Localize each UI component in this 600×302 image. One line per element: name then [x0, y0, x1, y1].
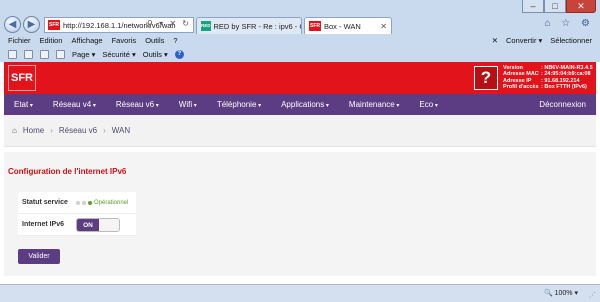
- ipv6-row: Internet IPv6 ON: [18, 214, 136, 236]
- menu-affichage[interactable]: Affichage: [71, 36, 102, 45]
- nav-wifi[interactable]: Wifi: [169, 100, 207, 109]
- breadcrumb-reseau-v6[interactable]: Réseau v6: [59, 126, 97, 135]
- menu-help[interactable]: ?: [173, 36, 177, 45]
- forward-arrow-icon[interactable]: ▶: [23, 16, 40, 33]
- help-icon[interactable]: ?: [174, 49, 184, 59]
- tab-red-by-sfr[interactable]: RED RED by SFR - Re : ipv6 - Com...: [196, 17, 302, 34]
- status-label: Statut service: [22, 199, 68, 206]
- menu-outils[interactable]: Outils: [145, 36, 164, 45]
- info-key: Profil d'accès: [503, 84, 539, 91]
- nav-maintenance[interactable]: Maintenance: [339, 100, 410, 109]
- nav-telephonie[interactable]: Téléphonie: [207, 100, 271, 109]
- tab-label: RED by SFR - Re : ipv6 - Com...: [213, 21, 301, 31]
- breadcrumb-separator: ›: [50, 126, 53, 135]
- nav-etat[interactable]: Etat: [4, 100, 43, 109]
- menu-favoris[interactable]: Favoris: [112, 36, 137, 45]
- minimize-button[interactable]: –: [522, 0, 544, 13]
- address-actions-icons[interactable]: ⚲ ▾ ✕ ↻: [147, 19, 191, 28]
- maximize-button[interactable]: □: [544, 0, 566, 13]
- command-bar: Page ▾ Sécurité ▾ Outils ▾ ?: [0, 47, 600, 61]
- nav-applications[interactable]: Applications: [271, 100, 339, 109]
- menu-edition[interactable]: Edition: [40, 36, 63, 45]
- security-menu[interactable]: Sécurité ▾: [102, 50, 135, 59]
- menu-fichier[interactable]: Fichier: [8, 36, 31, 45]
- sfr-favicon: SFR: [48, 20, 60, 30]
- status-value: Opérationnel: [94, 199, 129, 206]
- status-bar: 🔍 100% ▾ ⋰: [0, 284, 600, 302]
- breadcrumb: ⌂ Home › Réseau v6 › WAN: [4, 115, 596, 147]
- close-tab-icon[interactable]: ✕: [380, 22, 387, 31]
- help-question-icon[interactable]: ?: [474, 66, 498, 90]
- web-page: SFR ? Version: NB6V-MAIN-R3.4.5 Adresse …: [4, 62, 596, 284]
- read-mail-icon[interactable]: [40, 49, 49, 59]
- status-dot-off: [76, 200, 80, 205]
- selectionner-button[interactable]: Sélectionner: [550, 36, 592, 45]
- tab-box-wan[interactable]: SFR Box - WAN ✕: [304, 17, 392, 34]
- breadcrumb-separator: ›: [103, 126, 106, 135]
- toggle-off[interactable]: [99, 218, 119, 231]
- back-arrow-icon[interactable]: ◀: [4, 16, 21, 33]
- info-value: : Box FTTH (IPv6): [541, 84, 587, 91]
- status-dot-off: [82, 200, 86, 205]
- config-title: Configuration de l'internet IPv6: [8, 167, 127, 176]
- red-favicon: RED: [201, 21, 211, 31]
- ipv6-config-panel: Configuration de l'internet IPv6 Statut …: [4, 152, 596, 276]
- main-nav: Etat Réseau v4 Réseau v6 Wifi Téléphonie…: [4, 94, 596, 115]
- window-controls: – □ ✕: [522, 0, 596, 13]
- sfr-logo[interactable]: SFR: [8, 65, 36, 91]
- config-form: Statut service Opérationnel Internet IPv…: [18, 192, 136, 236]
- home-favorites-tools-icons[interactable]: ⌂ ☆ ⚙: [544, 18, 594, 29]
- close-window-button[interactable]: ✕: [566, 0, 596, 13]
- ipv6-label: Internet IPv6: [22, 221, 65, 228]
- home-icon[interactable]: [8, 49, 17, 59]
- home-icon[interactable]: ⌂: [12, 126, 17, 135]
- breadcrumb-home[interactable]: Home: [23, 126, 44, 135]
- nav-reseau-v6[interactable]: Réseau v6: [106, 100, 169, 109]
- toggle-on[interactable]: ON: [77, 218, 99, 231]
- tab-label: Box - WAN: [324, 21, 361, 31]
- sfr-header: SFR ? Version: NB6V-MAIN-R3.4.5 Adresse …: [4, 62, 596, 94]
- valider-button[interactable]: Valider: [18, 249, 60, 264]
- breadcrumb-current: WAN: [111, 126, 131, 135]
- close-toolbar-icon[interactable]: ✕: [492, 36, 498, 45]
- nav-eco[interactable]: Eco: [409, 100, 447, 109]
- menu-bar: Fichier Edition Affichage Favoris Outils…: [0, 35, 600, 46]
- feeds-icon[interactable]: [24, 49, 33, 59]
- convertir-button[interactable]: Convertir ▾: [506, 36, 542, 45]
- status-indicator: Opérationnel: [76, 200, 128, 206]
- logout-link[interactable]: Déconnexion: [539, 100, 596, 109]
- navigation-row: ◀ ▶ SFR http://192.168.1.1/network/v6/wa…: [0, 14, 600, 34]
- status-row: Statut service Opérationnel: [18, 192, 136, 214]
- box-info: Version: NB6V-MAIN-R3.4.5 Adresse MAC: 2…: [503, 65, 593, 91]
- zoom-control[interactable]: 🔍 100% ▾: [544, 289, 578, 297]
- status-dot-on: [88, 200, 92, 205]
- sfr-favicon: SFR: [309, 21, 321, 31]
- ipv6-toggle[interactable]: ON: [76, 217, 120, 232]
- nav-reseau-v4[interactable]: Réseau v4: [43, 100, 106, 109]
- browser-chrome: – □ ✕ ◀ ▶ SFR http://192.168.1.1/network…: [0, 0, 600, 62]
- tools-menu[interactable]: Outils ▾: [143, 50, 168, 59]
- print-icon[interactable]: [56, 49, 65, 59]
- resize-grip-icon[interactable]: ⋰: [589, 291, 596, 299]
- address-bar[interactable]: SFR http://192.168.1.1/network/v6/wan ⚲ …: [44, 17, 194, 33]
- page-menu[interactable]: Page ▾: [72, 50, 95, 59]
